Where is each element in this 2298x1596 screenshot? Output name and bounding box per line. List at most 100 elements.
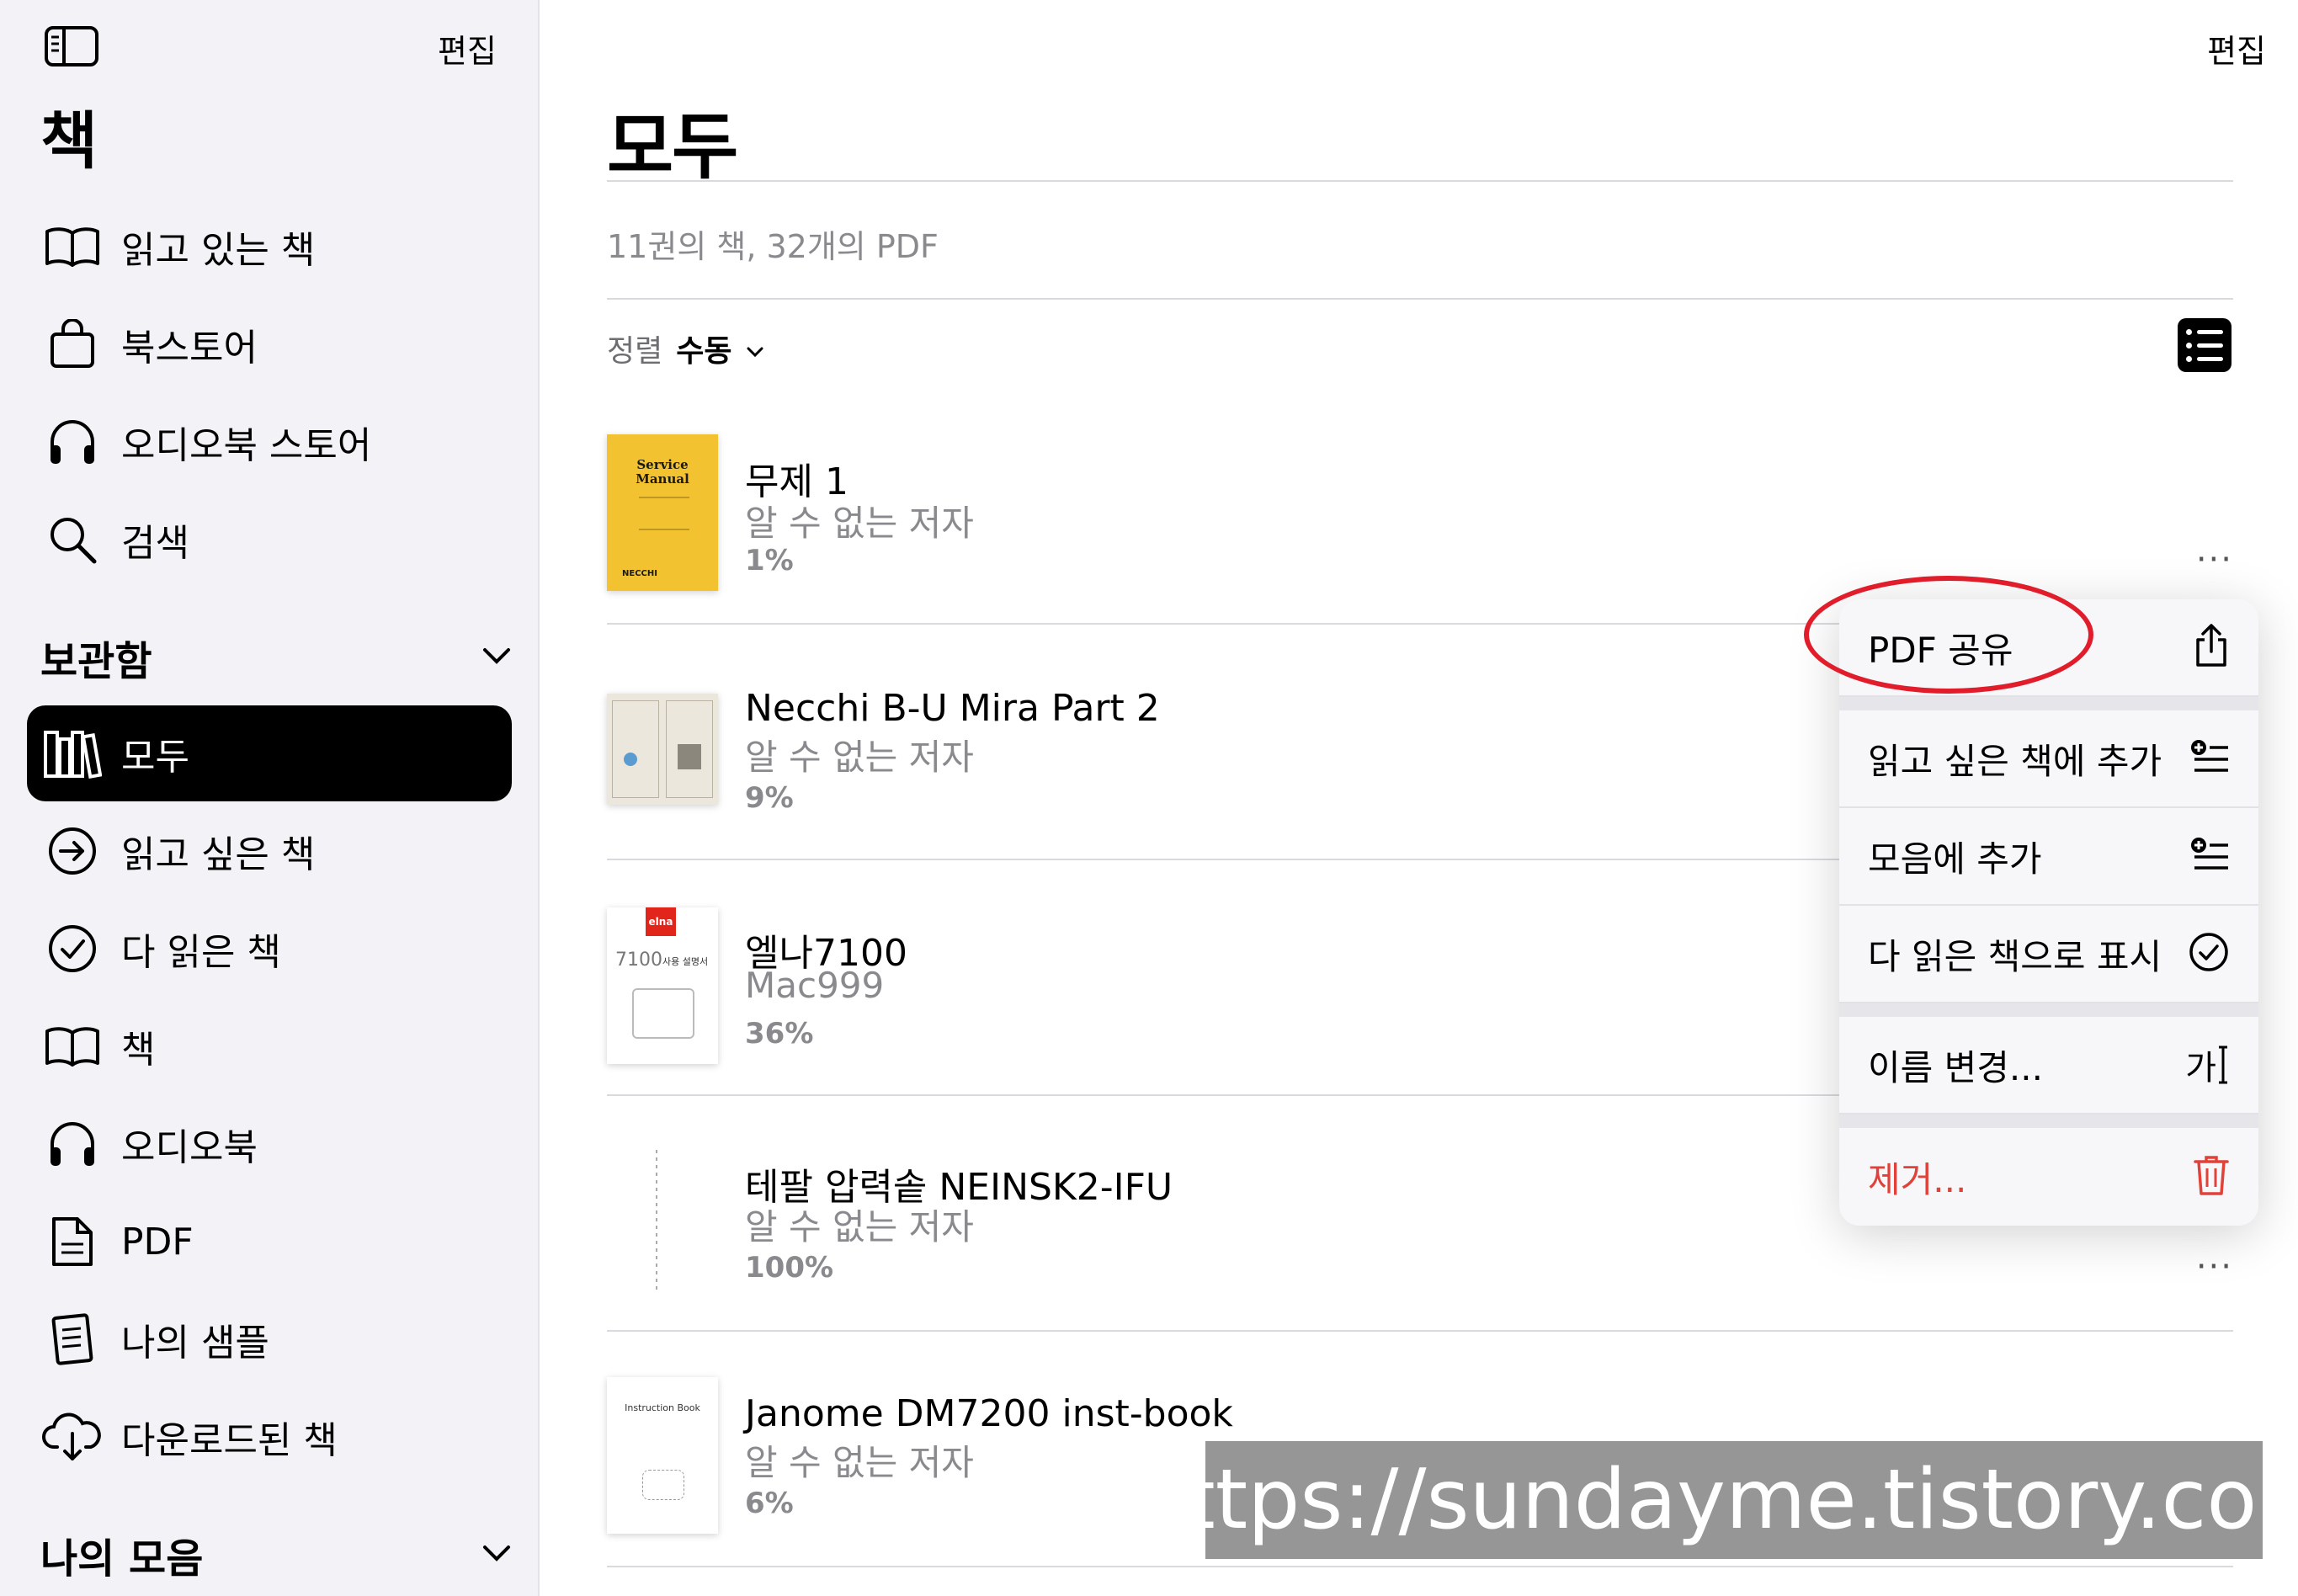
sidebar-toggle-icon[interactable] [44, 25, 99, 67]
sidebar-item-label: 모두 [121, 736, 189, 779]
divider [607, 180, 2233, 182]
menu-item-label: 제거... [1868, 1158, 1967, 1200]
menu-separator [1839, 697, 2258, 710]
sidebar-edit-button[interactable]: 편집 [438, 25, 497, 72]
divider [607, 1566, 2233, 1567]
sidebar-item-want-to-read[interactable]: 읽고 싶은 책 [27, 803, 512, 899]
collections-section-title: 나의 모음 [40, 1535, 204, 1583]
book-progress: 9% [745, 781, 794, 815]
book-cover: elna 7100 사용 설명서 [607, 907, 718, 1064]
sidebar: 편집 책 읽고 있는 책 북스토어 오디오북 스토어 검색 보관함 모두 읽고 … [0, 0, 540, 1596]
menu-item-label: 읽고 싶은 책에 추가 [1868, 740, 2162, 782]
document-icon [42, 1211, 103, 1272]
menu-separator [1839, 1115, 2258, 1128]
list-view-button[interactable] [2178, 318, 2232, 372]
sort-value: 수동 [676, 334, 732, 369]
menu-item-remove[interactable]: 제거... [1839, 1128, 2258, 1226]
book-progress: 100% [745, 1251, 834, 1285]
cover-text: elna [646, 907, 676, 936]
book-cover [607, 694, 718, 805]
divider [607, 1330, 2233, 1332]
rename-icon: 가 [2185, 1040, 2230, 1089]
cover-text: 사용 설명서 [662, 956, 709, 967]
headphones-icon [42, 412, 103, 472]
check-circle-icon [2188, 931, 2230, 976]
add-list-icon [2189, 738, 2230, 779]
book-cover [634, 1141, 684, 1301]
add-list-icon [2189, 836, 2230, 876]
book-title: Janome DM7200 inst-book [745, 1392, 1233, 1435]
divider [607, 298, 2233, 300]
trash-icon [2193, 1153, 2230, 1200]
menu-item-add-to-collection[interactable]: 모음에 추가 [1839, 808, 2258, 906]
share-icon [2193, 623, 2230, 672]
sidebar-item-all[interactable]: 모두 [27, 705, 512, 801]
book-open-icon [42, 1016, 103, 1077]
headphones-icon [42, 1114, 103, 1174]
book-cover: Service Manual NECCHI [607, 434, 718, 591]
menu-item-label: 이름 변경... [1868, 1046, 2043, 1088]
main-edit-button[interactable]: 편집 [2207, 25, 2266, 72]
books-icon [42, 723, 103, 784]
arrow-circle-icon [42, 821, 103, 881]
book-author: 알 수 없는 저자 [745, 737, 974, 778]
library-section-title: 보관함 [40, 638, 152, 685]
rename-icon-text: 가 [2185, 1049, 2216, 1088]
sidebar-item-label: 오디오북 [121, 1126, 258, 1169]
sort-label: 정렬 [607, 334, 663, 369]
context-menu: PDF 공유 읽고 싶은 책에 추가 모음에 추가 다 읽은 책으로 표시 이름… [1839, 599, 2258, 1226]
menu-item-label: 다 읽은 책으로 표시 [1868, 935, 2162, 977]
book-progress: 6% [745, 1487, 794, 1520]
chevron-down-icon [481, 646, 512, 669]
sidebar-item-label: 나의 샘플 [121, 1322, 269, 1365]
book-cover: Instruction Book [607, 1377, 718, 1534]
menu-item-want-to-read[interactable]: 읽고 싶은 책에 추가 [1839, 710, 2258, 808]
page-title: 모두 [607, 105, 738, 189]
collection-count: 11권의 책, 32개의 PDF [607, 228, 939, 265]
book-author: Mac999 [745, 965, 885, 1006]
sort-control[interactable]: 정렬 수동 [607, 327, 764, 370]
sidebar-item-label: 오디오북 스토어 [121, 424, 372, 467]
sidebar-item-label: 책 [121, 1029, 156, 1072]
book-author: 알 수 없는 저자 [745, 1206, 974, 1248]
chevron-down-icon [746, 332, 764, 366]
sidebar-item-downloaded[interactable]: 다운로드된 책 [27, 1389, 512, 1485]
book-progress: 1% [745, 544, 794, 577]
cover-text: Manual [636, 471, 689, 487]
more-button[interactable]: ··· [2196, 540, 2233, 579]
library-section-header[interactable]: 보관함 [40, 628, 512, 687]
cover-text: 7100 [615, 950, 662, 971]
collections-section-header[interactable]: 나의 모음 [40, 1525, 512, 1584]
book-author: 알 수 없는 저자 [745, 503, 974, 544]
sample-icon [42, 1309, 103, 1370]
shopping-bag-icon [42, 314, 103, 375]
book-author: 알 수 없는 저자 [745, 1442, 974, 1483]
sidebar-item-label: 검색 [121, 522, 189, 565]
sidebar-item-label: 읽고 싶은 책 [121, 833, 316, 876]
cover-text: Instruction Book [625, 1402, 700, 1413]
menu-separator [1839, 1003, 2258, 1017]
sidebar-item-label: 다 읽은 책 [121, 931, 281, 974]
sidebar-item-pdf[interactable]: PDF [27, 1194, 512, 1290]
sidebar-item-books[interactable]: 책 [27, 998, 512, 1094]
sidebar-item-audiobook-store[interactable]: 오디오북 스토어 [27, 394, 512, 490]
book-progress: 36% [745, 1017, 814, 1051]
more-button[interactable]: ··· [2196, 1248, 2233, 1286]
sidebar-item-finished[interactable]: 다 읽은 책 [27, 901, 512, 997]
sidebar-item-bookstore[interactable]: 북스토어 [27, 296, 512, 392]
highlight-circle [1804, 576, 2093, 694]
cloud-download-icon [42, 1407, 103, 1467]
sidebar-item-reading-now[interactable]: 읽고 있는 책 [27, 199, 512, 295]
menu-item-mark-finished[interactable]: 다 읽은 책으로 표시 [1839, 906, 2258, 1003]
chevron-down-icon [481, 1543, 512, 1567]
sidebar-item-label: 읽고 있는 책 [121, 229, 316, 272]
sidebar-item-samples[interactable]: 나의 샘플 [27, 1291, 512, 1387]
book-title: Necchi B-U Mira Part 2 [745, 687, 1160, 730]
sidebar-item-search[interactable]: 검색 [27, 492, 512, 588]
search-icon [42, 509, 103, 570]
check-circle-icon [42, 918, 103, 979]
watermark: https://sundayme.tistory.com [1130, 1441, 2298, 1559]
sidebar-item-audiobooks[interactable]: 오디오북 [27, 1096, 512, 1192]
menu-item-rename[interactable]: 이름 변경... 가 [1839, 1017, 2258, 1115]
cover-text: NECCHI [622, 569, 657, 578]
